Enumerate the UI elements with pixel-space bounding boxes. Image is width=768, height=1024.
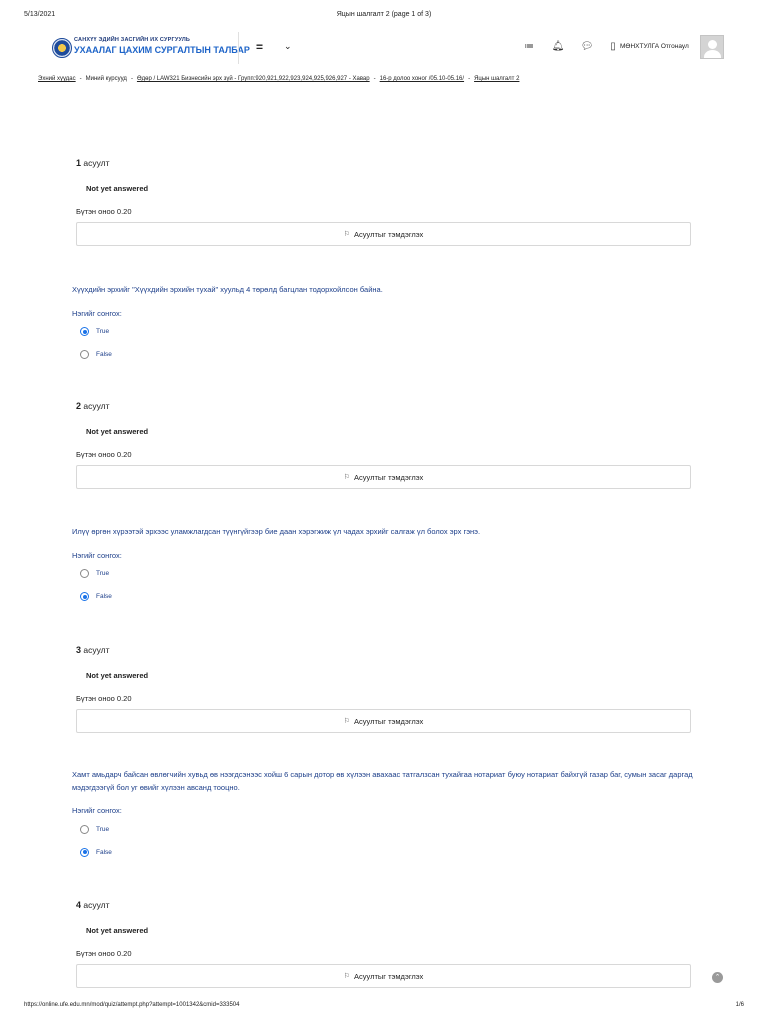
question-number: 1 xyxy=(76,158,82,168)
question-3-info: 3 асуулт Not yet answered Бүтэн оноо 0.2… xyxy=(76,645,692,733)
option-label: False xyxy=(96,351,112,358)
answer-prompt: Нэгийг сонгох: xyxy=(72,550,122,560)
breadcrumb-item[interactable]: 16-р долоо хоног /05.10-05.16/ xyxy=(380,76,464,82)
question-title: 3 асуулт xyxy=(76,645,692,655)
option-label: False xyxy=(96,593,112,600)
flag-question-button[interactable]: ⚐ Асуултыг тэмдэглэх xyxy=(76,709,691,733)
answer-prompt: Нэгийг сонгох: xyxy=(72,806,122,815)
option-label: True xyxy=(96,328,110,335)
question-label: асуулт xyxy=(83,900,110,910)
flag-icon: ⚐ xyxy=(343,474,350,481)
question-label: асуулт xyxy=(83,401,110,411)
answer-option-true[interactable]: True xyxy=(80,326,702,338)
breadcrumb-item[interactable]: Эхний хуудас xyxy=(38,76,76,82)
site-brand[interactable]: САНХҮҮ ЭДИЙН ЗАСГИЙН ИХ СУРГУУЛЬ УХААЛАГ… xyxy=(74,37,250,55)
radio-button[interactable] xyxy=(80,847,89,857)
question-text: Хүүхдийн эрхийг "Хүүхдийн эрхийн тухай" … xyxy=(72,285,383,294)
question-3-content: Хамт амьдарч байсан өвлөгчийн хувьд өв н… xyxy=(72,769,702,858)
option-label: False xyxy=(96,848,112,856)
question-number: 4 xyxy=(76,900,82,910)
question-text: Илүү өргөн хүрээтэй эрхээс уламжлагдсан … xyxy=(72,527,481,536)
question-status: Not yet answered xyxy=(86,926,149,935)
mobile-device-icon[interactable]: ▯ xyxy=(606,41,620,52)
radio-button[interactable] xyxy=(80,824,89,834)
question-1-content: Хүүхдийн эрхийг "Хүүхдийн эрхийн тухай" … xyxy=(72,284,702,361)
question-status: Not yet answered xyxy=(86,184,149,193)
question-points: Бүтэн оноо 0.20 xyxy=(76,207,132,216)
question-2-info: 2 асуулт Not yet answered Бүтэн оноо 0.2… xyxy=(76,401,692,489)
breadcrumb-item[interactable]: Өдөр / LAW321 Бизнесийн эрх зүй - Групп:… xyxy=(137,76,370,82)
question-number: 2 xyxy=(76,401,82,411)
flag-button-label: Асуултыг тэмдэглэх xyxy=(354,229,424,239)
answer-option-false[interactable]: False xyxy=(80,846,702,858)
scroll-to-top-icon[interactable]: ⌃ xyxy=(712,972,723,983)
answer-option-false[interactable]: False xyxy=(80,591,702,603)
flag-question-button[interactable]: ⚐ Асуултыг тэмдэглэх xyxy=(76,465,691,489)
question-points: Бүтэн оноо 0.20 xyxy=(76,694,132,703)
breadcrumb-separator: - xyxy=(130,76,133,82)
flag-icon: ⚐ xyxy=(343,231,350,238)
answer-option-true[interactable]: True xyxy=(80,568,702,580)
footer-page-number: 1/6 xyxy=(735,1002,744,1008)
flag-icon: ⚐ xyxy=(343,718,350,725)
answer-option-true[interactable]: True xyxy=(80,823,702,835)
radio-button[interactable] xyxy=(80,327,89,336)
breadcrumb-item[interactable]: Яцын шалгалт 2 xyxy=(474,76,519,82)
hamburger-menu-icon[interactable]: = xyxy=(256,40,263,54)
chevron-down-icon[interactable]: ⌄ xyxy=(284,41,292,52)
question-number: 3 xyxy=(76,645,82,655)
flag-question-button[interactable]: ⚐ Асуултыг тэмдэглэх xyxy=(76,964,691,988)
breadcrumb-separator: - xyxy=(79,76,82,82)
option-label: True xyxy=(96,570,110,577)
question-2-content: Илүү өргөн хүрээтэй эрхээс уламжлагдсан … xyxy=(72,526,702,603)
question-points: Бүтэн оноо 0.20 xyxy=(76,450,132,459)
question-title: 1 асуулт xyxy=(76,158,692,168)
question-label: асуулт xyxy=(83,645,110,655)
question-title: 4 асуулт xyxy=(76,900,692,910)
radio-button[interactable] xyxy=(80,592,89,601)
answer-prompt: Нэгийг сонгох: xyxy=(72,308,122,318)
breadcrumb-item: Миний курсууд xyxy=(85,76,127,82)
flag-icon: ⚐ xyxy=(343,973,350,980)
notification-bell-icon[interactable]: 🔔︎ xyxy=(551,41,565,52)
print-title: Яцын шалгалт 2 (page 1 of 3) xyxy=(336,11,432,18)
radio-button[interactable] xyxy=(80,350,89,359)
list-icon[interactable]: ≔ xyxy=(522,41,536,52)
question-points: Бүтэн оноо 0.20 xyxy=(76,949,132,958)
breadcrumb-separator: - xyxy=(373,76,376,82)
top-navbar: САНХҮҮ ЭДИЙН ЗАСГИЙН ИХ СУРГУУЛЬ УХААЛАГ… xyxy=(24,32,744,64)
question-status: Not yet answered xyxy=(86,427,149,436)
flag-button-label: Асуултыг тэмдэглэх xyxy=(354,472,424,482)
breadcrumb: Эхний хуудас - Миний курсууд - Өдөр / LAW321… xyxy=(38,76,519,82)
question-label: асуулт xyxy=(83,158,110,168)
university-logo[interactable] xyxy=(52,38,72,58)
breadcrumb-separator: - xyxy=(468,76,471,82)
user-name[interactable]: МӨНХТУЛГА Отгонаул xyxy=(620,43,689,50)
messages-chat-icon[interactable]: 💬︎ xyxy=(580,41,594,52)
avatar[interactable] xyxy=(700,35,724,59)
radio-button[interactable] xyxy=(80,569,89,578)
footer-url: https://online.ufe.edu.mn/mod/quiz/attem… xyxy=(24,1002,240,1008)
question-1-info: 1 асуулт Not yet answered Бүтэн оноо 0.2… xyxy=(76,158,692,246)
flag-button-label: Асуултыг тэмдэглэх xyxy=(354,716,424,726)
question-status: Not yet answered xyxy=(86,671,149,680)
question-text: Хамт амьдарч байсан өвлөгчийн хувьд өв н… xyxy=(72,770,693,792)
option-label: True xyxy=(96,825,110,833)
answer-option-false[interactable]: False xyxy=(80,349,702,361)
brand-university-name: САНХҮҮ ЭДИЙН ЗАСГИЙН ИХ СУРГУУЛЬ xyxy=(74,37,191,43)
print-header: 5/13/2021 Яцын шалгалт 2 (page 1 of 3) xyxy=(24,11,744,21)
flag-button-label: Асуултыг тэмдэглэх xyxy=(354,971,424,981)
flag-question-button[interactable]: ⚐ Асуултыг тэмдэглэх xyxy=(76,222,691,246)
navbar-divider xyxy=(238,32,239,64)
question-title: 2 асуулт xyxy=(76,401,692,411)
print-footer: https://online.ufe.edu.mn/mod/quiz/attem… xyxy=(24,1002,744,1010)
question-4-info: 4 асуулт Not yet answered Бүтэн оноо 0.2… xyxy=(76,900,692,988)
brand-site-name: УХААЛАГ ЦАХИМ СУРГАЛТЫН ТАЛБАР xyxy=(74,44,250,55)
